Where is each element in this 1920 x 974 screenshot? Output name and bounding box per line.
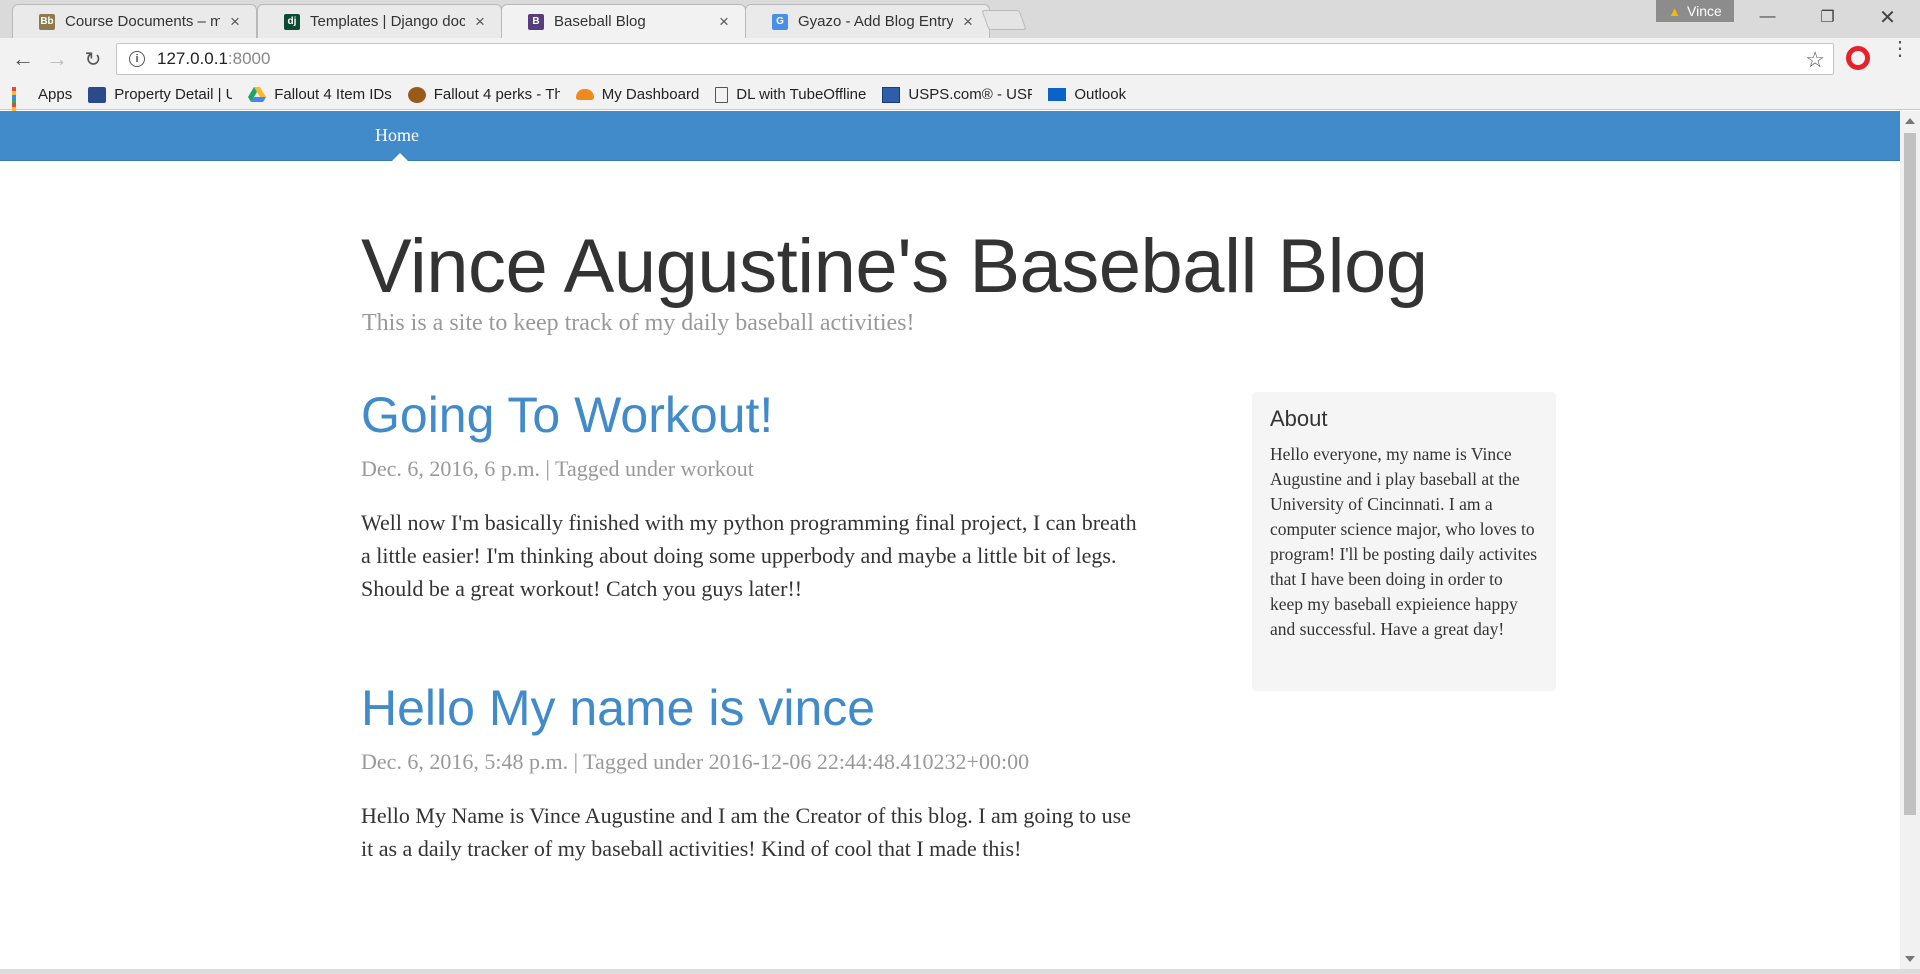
profile-button[interactable]: ▲ Vince — [1656, 0, 1734, 22]
tab-title: Baseball Blog — [554, 13, 646, 30]
bookmark-label: Fallout 4 perks - The F — [433, 86, 560, 103]
reload-icon[interactable]: ↻ — [80, 46, 106, 72]
forward-arrow-icon[interactable]: → — [44, 46, 70, 72]
post-title-link[interactable]: Going To Workout! — [361, 386, 1141, 444]
bookmark-tubeoffline[interactable]: DL with TubeOffline — [715, 86, 866, 103]
vertical-scrollbar[interactable] — [1900, 111, 1920, 969]
bookmark-fallout-perks[interactable]: Fallout 4 perks - The F — [407, 86, 560, 103]
scrollbar-thumb[interactable] — [1904, 133, 1916, 815]
document-icon — [715, 86, 729, 103]
menu-icon[interactable]: ⋮ — [1890, 39, 1910, 59]
post-body: Well now I'm basically finished with my … — [361, 510, 1137, 601]
bookmark-usps[interactable]: USPS.com® - USPS Tr — [882, 86, 1032, 103]
star-icon[interactable]: ☆ — [1805, 47, 1825, 73]
profile-name: Vince — [1687, 3, 1722, 19]
blackboard-icon: Bb — [39, 13, 55, 30]
bookmark-my-dashboard[interactable]: My Dashboard — [575, 86, 700, 103]
site-navbar: Home — [0, 111, 1900, 161]
gear-badge-icon — [407, 86, 426, 103]
browser-toolbar: ← → ↻ i 127.0.0.1:8000 ☆ ⋮ — [0, 38, 1920, 80]
close-icon[interactable]: × — [717, 13, 731, 30]
tab-course-documents[interactable]: Bb Course Documents – me × — [12, 4, 257, 38]
warning-icon: ▲ — [1668, 3, 1682, 19]
close-icon[interactable]: × — [473, 13, 487, 30]
gyazo-icon: G — [772, 13, 788, 30]
blog-post: Going To Workout! Dec. 6, 2016, 6 p.m. |… — [361, 386, 1141, 605]
bottom-edge — [0, 969, 1920, 974]
tab-title: Gyazo - Add Blog Entry | — [798, 13, 953, 30]
tab-django-templates[interactable]: dj Templates | Django docu × — [257, 4, 502, 38]
url-host: 127.0.0.1 — [157, 49, 228, 68]
django-icon: dj — [284, 13, 300, 30]
page-viewport: Home Vince Augustine's Baseball Blog Thi… — [0, 111, 1900, 969]
tab-strip: Bb Course Documents – me × dj Templates … — [0, 0, 1920, 38]
blog-post: Hello My name is vince Dec. 6, 2016, 5:4… — [361, 679, 1141, 865]
apps-grid-icon — [12, 86, 30, 123]
close-icon[interactable]: × — [228, 13, 242, 30]
post-title-link[interactable]: Hello My name is vince — [361, 679, 1141, 737]
bookmark-label: Fallout 4 Item IDs — [274, 86, 392, 103]
tab-baseball-blog[interactable]: B Baseball Blog × — [501, 4, 746, 38]
bookmark-label: DL with TubeOffline — [736, 86, 867, 103]
bookmark-outlook[interactable]: Outlook — [1048, 86, 1126, 103]
new-tab-button[interactable] — [981, 10, 1027, 30]
opera-icon[interactable] — [1846, 46, 1870, 70]
usps-icon — [882, 86, 901, 103]
url-port: :8000 — [227, 49, 271, 68]
info-icon[interactable]: i — [129, 51, 145, 67]
close-icon[interactable]: × — [961, 13, 975, 30]
bookmark-label: Apps — [38, 86, 73, 103]
blog-description: This is a site to keep track of my daily… — [362, 310, 915, 336]
mail-icon — [1048, 88, 1067, 101]
address-bar[interactable]: i 127.0.0.1:8000 ☆ — [116, 43, 1834, 75]
scroll-up-icon[interactable] — [1905, 118, 1915, 124]
post-meta: Dec. 6, 2016, 6 p.m. | Tagged under work… — [361, 456, 754, 481]
scroll-down-icon[interactable] — [1905, 956, 1915, 962]
bookmark-fallout-item-ids[interactable]: Fallout 4 Item IDs — [248, 86, 392, 103]
tab-gyazo[interactable]: G Gyazo - Add Blog Entry | × — [745, 4, 990, 38]
sidebar-text: Hello everyone, my name is Vince Augusti… — [1270, 444, 1538, 639]
post-meta: Dec. 6, 2016, 5:48 p.m. | Tagged under 2… — [361, 749, 1030, 774]
blog-title: Vince Augustine's Baseball Blog — [361, 224, 1428, 309]
cloud-icon — [575, 89, 594, 100]
bookmark-apps[interactable]: Apps — [12, 86, 73, 123]
bootstrap-icon: B — [528, 13, 544, 30]
sidebar-heading: About — [1270, 406, 1328, 431]
about-sidebar: About Hello everyone, my name is Vince A… — [1252, 392, 1556, 691]
bookmark-label: My Dashboard — [601, 86, 700, 103]
window-close-icon[interactable]: ✕ — [1860, 0, 1915, 34]
tab-title: Course Documents – me — [65, 13, 220, 30]
bookmarks-bar: Apps Property Detail | Upto Fallout 4 It… — [0, 80, 1920, 123]
building-icon — [88, 86, 107, 103]
google-drive-icon — [248, 86, 267, 102]
minimize-icon[interactable]: — — [1740, 0, 1795, 34]
active-indicator — [392, 153, 408, 161]
bookmark-label: Outlook — [1074, 86, 1127, 103]
post-body: Hello My Name is Vince Augustine and I a… — [361, 803, 1131, 861]
bookmark-label: Property Detail | Upto — [114, 86, 233, 103]
nav-home-link[interactable]: Home — [375, 125, 419, 146]
bookmark-label: USPS.com® - USPS Tr — [908, 86, 1033, 103]
tab-title: Templates | Django docu — [310, 13, 465, 30]
restore-icon[interactable]: ❐ — [1800, 0, 1855, 34]
back-arrow-icon[interactable]: ← — [10, 46, 36, 72]
bookmark-property-detail[interactable]: Property Detail | Upto — [88, 86, 232, 103]
